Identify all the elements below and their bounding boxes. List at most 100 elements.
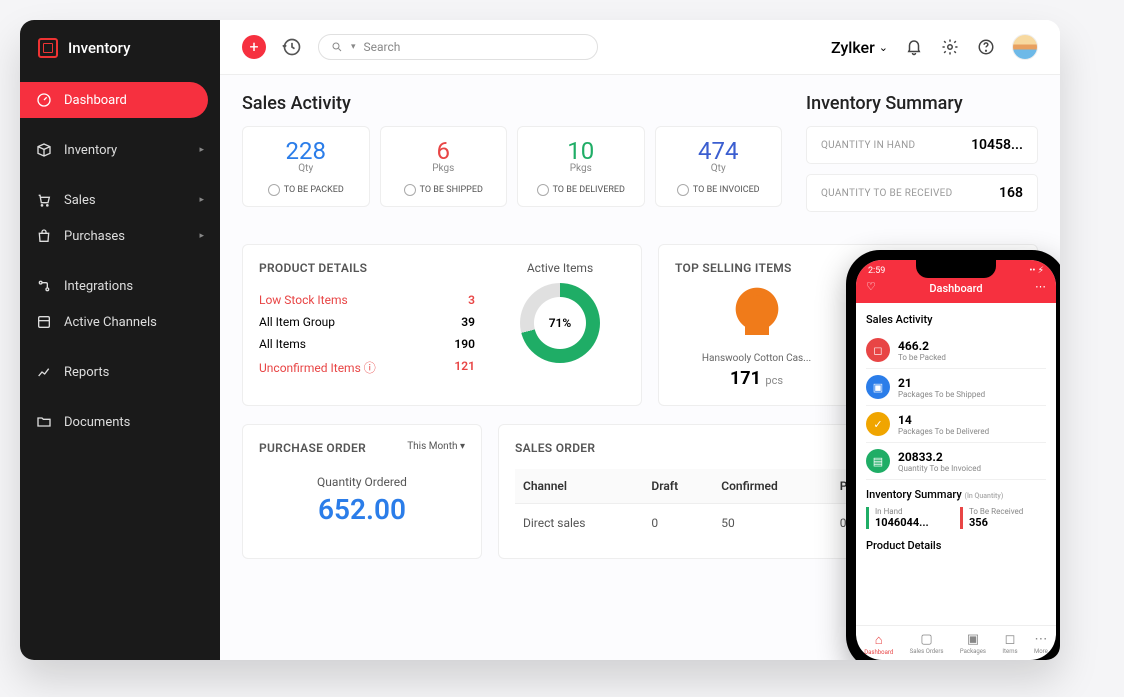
cart-icon (36, 192, 52, 208)
sidebar-item-integrations[interactable]: Integrations (20, 268, 220, 304)
phone-notch (916, 260, 996, 278)
mobile-activity-card[interactable]: ▤ 20833.2Quantity To be Invoiced (866, 443, 1046, 480)
history-button[interactable] (280, 35, 304, 59)
gauge-icon (36, 92, 52, 108)
pd-value: 3 (468, 293, 475, 307)
org-switcher[interactable]: Zylker ⌄ (831, 38, 888, 57)
topbar: + ▾ Search Zylker ⌄ (220, 20, 1060, 75)
sidebar-item-inventory[interactable]: Inventory ▸ (20, 132, 220, 168)
mobile-card-value: 21 (898, 376, 985, 390)
chart-icon (36, 364, 52, 380)
activity-card-invoiced[interactable]: 474 Qty TO BE INVOICED (655, 126, 783, 207)
chevron-right-icon: ▸ (199, 231, 204, 241)
mobile-tab-sales-orders[interactable]: ▢Sales Orders (910, 632, 944, 656)
activity-unit: Pkgs (524, 163, 638, 174)
items-icon: ◻ (1002, 632, 1017, 647)
cart-icon: ▢ (910, 632, 944, 647)
more-icon[interactable]: ⋯ (1035, 280, 1046, 293)
pd-row-item-group[interactable]: All Item Group 39 (259, 311, 475, 333)
help-button[interactable] (976, 37, 996, 57)
sidebar-item-sales[interactable]: Sales ▸ (20, 182, 220, 218)
sidebar-item-reports[interactable]: Reports (20, 354, 220, 390)
pd-row-unconfirmed[interactable]: Unconfirmed Items ⓘ 121 (259, 355, 475, 380)
activity-value: 6 (387, 137, 501, 165)
pd-value: 121 (454, 359, 475, 376)
activity-unit: Pkgs (387, 163, 501, 174)
mobile-tab-items[interactable]: ◻Items (1002, 632, 1017, 656)
mobile-sales-title: Sales Activity (866, 313, 1046, 326)
activity-label: TO BE DELIVERED (524, 184, 638, 196)
pd-row-all-items[interactable]: All Items 190 (259, 333, 475, 355)
activity-card-packed[interactable]: 228 Qty TO BE PACKED (242, 126, 370, 207)
mobile-inv-value: 1046044... (875, 516, 952, 529)
box-icon (36, 142, 52, 158)
bell-icon[interactable]: ♡ (866, 280, 876, 293)
pd-label: All Items (259, 337, 306, 351)
table-cell: 50 (713, 504, 832, 543)
sidebar-item-label: Purchases (64, 229, 125, 244)
mobile-mockup: 2:59 •• ⚡︎ ♡ Dashboard ⋯ Sales Activity … (846, 250, 1060, 660)
purchase-order-value: 652.00 (259, 493, 465, 526)
table-header: Confirmed (713, 469, 832, 504)
more-icon: ⋯ (1034, 632, 1048, 647)
inventory-row-in-hand: QUANTITY IN HAND 10458... (806, 126, 1038, 164)
pd-row-low-stock[interactable]: Low Stock Items 3 (259, 289, 475, 311)
mobile-inv-value: 356 (969, 516, 1046, 529)
activity-card-delivered[interactable]: 10 Pkgs TO BE DELIVERED (517, 126, 645, 207)
mobile-card-label: To be Packed (898, 353, 946, 362)
mobile-inv-title: Inventory Summary (In Quantity) (866, 488, 1046, 501)
table-cell: 0 (643, 504, 713, 543)
chevron-right-icon: ▸ (199, 145, 204, 155)
notifications-button[interactable] (904, 37, 924, 57)
brand-icon (38, 38, 58, 58)
inventory-label: QUANTITY IN HAND (821, 140, 915, 151)
pd-value: 39 (461, 315, 475, 329)
bag-icon (36, 228, 52, 244)
activity-card-shipped[interactable]: 6 Pkgs TO BE SHIPPED (380, 126, 508, 207)
product-details-title: PRODUCT DETAILS (259, 261, 475, 275)
gear-icon (941, 38, 959, 56)
pd-label: Low Stock Items (259, 293, 348, 307)
table-header: Draft (643, 469, 713, 504)
sidebar-item-active-channels[interactable]: Active Channels (20, 304, 220, 340)
top-selling-item[interactable]: Hanswooly Cotton Cas... 171 pcs (675, 285, 838, 389)
brand-text: Inventory (68, 39, 130, 57)
table-cell: Direct sales (515, 504, 643, 543)
avatar[interactable] (1012, 34, 1038, 60)
purchase-order-range-dropdown[interactable]: This Month ▾ (407, 441, 465, 455)
plug-icon (36, 278, 52, 294)
mobile-tab-packages[interactable]: ▣Packages (960, 632, 986, 656)
activity-unit: Qty (662, 163, 776, 174)
product-image (727, 285, 787, 345)
sidebar-item-label: Sales (64, 193, 96, 208)
channels-icon (36, 314, 52, 330)
sidebar-item-purchases[interactable]: Purchases ▸ (20, 218, 220, 254)
activity-value: 228 (249, 137, 363, 165)
mobile-activity-card[interactable]: ✓ 14Packages To be Delivered (866, 406, 1046, 443)
add-button[interactable]: + (242, 35, 266, 59)
activity-label: TO BE INVOICED (662, 184, 776, 196)
home-icon: ⌂ (864, 632, 893, 648)
purchase-order-label: Quantity Ordered (259, 475, 465, 489)
mobile-tab-dashboard[interactable]: ⌂Dashboard (864, 632, 893, 656)
search-input[interactable]: ▾ Search (318, 34, 598, 60)
chevron-down-icon: ⌄ (879, 41, 888, 54)
mobile-inv-in-hand: In Hand 1046044... (866, 507, 952, 529)
sidebar-item-documents[interactable]: Documents (20, 404, 220, 440)
mobile-inv-to-receive: To Be Received 356 (960, 507, 1046, 529)
info-icon: ⓘ (364, 361, 376, 375)
product-qty: 171 (730, 368, 761, 389)
product-name: Hanswooly Cotton Cas... (675, 353, 838, 364)
mobile-tab-more[interactable]: ⋯More (1034, 632, 1048, 656)
chevron-right-icon: ▸ (199, 195, 204, 205)
sidebar-item-dashboard[interactable]: Dashboard (20, 82, 208, 118)
mobile-pd-title: Product Details (866, 539, 1046, 552)
bell-icon (905, 38, 923, 56)
mobile-tabbar: ⌂Dashboard ▢Sales Orders ▣Packages ◻Item… (856, 625, 1056, 660)
mobile-activity-card[interactable]: ◻ 466.2To be Packed (866, 332, 1046, 369)
mobile-card-value: 14 (898, 413, 989, 427)
settings-button[interactable] (940, 37, 960, 57)
mobile-card-label: Packages To be Delivered (898, 427, 989, 436)
mobile-activity-card[interactable]: ▣ 21Packages To be Shipped (866, 369, 1046, 406)
sidebar-item-label: Integrations (64, 279, 133, 294)
